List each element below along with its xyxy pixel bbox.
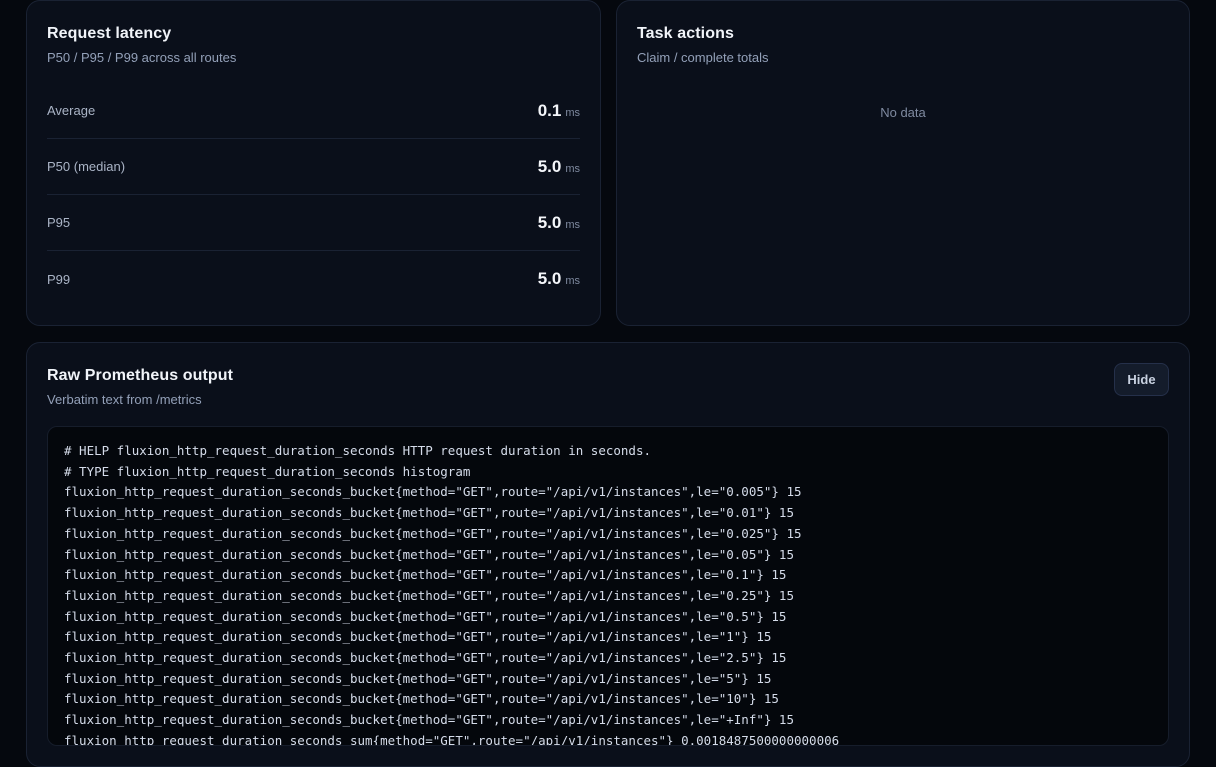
metric-value: 0.1 <box>537 100 562 120</box>
raw-output-line: fluxion_http_request_duration_seconds_bu… <box>64 587 794 603</box>
raw-output-line: fluxion_http_request_duration_seconds_bu… <box>64 712 794 728</box>
metric-unit: ms <box>565 106 580 119</box>
hide-button[interactable]: Hide <box>1114 363 1169 396</box>
raw-output-title: Raw Prometheus output <box>47 367 234 384</box>
task-actions-title: Task actions <box>637 25 734 42</box>
request-latency-title: Request latency <box>47 25 172 42</box>
metric-value-group: 5.0 ms <box>538 157 580 177</box>
raw-output-line: fluxion_http_request_duration_seconds_bu… <box>64 608 787 624</box>
metric-row-p95: P95 5.0 ms <box>47 195 580 251</box>
raw-output-lines: # HELP fluxion_http_request_duration_sec… <box>64 441 840 746</box>
metric-unit: ms <box>565 218 580 231</box>
metric-row-p99: P99 5.0 ms <box>47 251 580 307</box>
raw-output-line: fluxion_http_request_duration_seconds_bu… <box>64 567 787 583</box>
raw-output-line: # TYPE fluxion_http_request_duration_sec… <box>64 463 471 479</box>
metric-value: 5.0 <box>537 156 562 176</box>
latency-metrics-list: Average 0.1 ms P50 (median) 5.0 ms P95 5… <box>47 83 580 307</box>
raw-output-line: fluxion_http_request_duration_seconds_bu… <box>64 505 794 521</box>
raw-output-line: # HELP fluxion_http_request_duration_sec… <box>64 443 651 458</box>
task-actions-card: Task actions Claim / complete totals No … <box>616 0 1190 326</box>
metric-label: P50 (median) <box>47 159 126 174</box>
metric-value-group: 0.1 ms <box>538 101 580 121</box>
request-latency-card: Request latency P50 / P95 / P99 across a… <box>26 0 601 326</box>
metric-value: 5.0 <box>537 212 562 232</box>
metric-row-average: Average 0.1 ms <box>47 83 580 139</box>
raw-output-line: fluxion_http_request_duration_seconds_su… <box>64 732 840 746</box>
no-data-message: No data <box>880 105 926 120</box>
raw-output-line: fluxion_http_request_duration_seconds_bu… <box>64 691 779 707</box>
raw-output-line: fluxion_http_request_duration_seconds_bu… <box>64 525 802 541</box>
metric-value-group: 5.0 ms <box>538 269 580 289</box>
request-latency-subtitle: P50 / P95 / P99 across all routes <box>47 50 237 65</box>
metric-label: Average <box>47 103 96 118</box>
raw-output-line: fluxion_http_request_duration_seconds_bu… <box>64 484 802 500</box>
metric-unit: ms <box>565 275 580 287</box>
raw-output-line: fluxion_http_request_duration_seconds_bu… <box>64 546 794 562</box>
metric-label: P95 <box>47 215 71 230</box>
raw-output-code-block[interactable]: # HELP fluxion_http_request_duration_sec… <box>47 426 1169 746</box>
metric-value-group: 5.0 ms <box>538 213 580 233</box>
metric-row-p50: P50 (median) 5.0 ms <box>47 139 580 195</box>
raw-output-line: fluxion_http_request_duration_seconds_bu… <box>64 650 787 666</box>
raw-output-subtitle: Verbatim text from /metrics <box>47 392 202 407</box>
raw-prometheus-output-card: Raw Prometheus output Verbatim text from… <box>26 342 1190 767</box>
raw-output-line: fluxion_http_request_duration_seconds_bu… <box>64 629 772 645</box>
metric-label: P99 <box>47 271 71 287</box>
task-actions-subtitle: Claim / complete totals <box>637 50 769 65</box>
raw-output-line: fluxion_http_request_duration_seconds_bu… <box>64 670 772 686</box>
metric-unit: ms <box>565 162 580 175</box>
metric-value: 5.0 <box>537 269 562 288</box>
